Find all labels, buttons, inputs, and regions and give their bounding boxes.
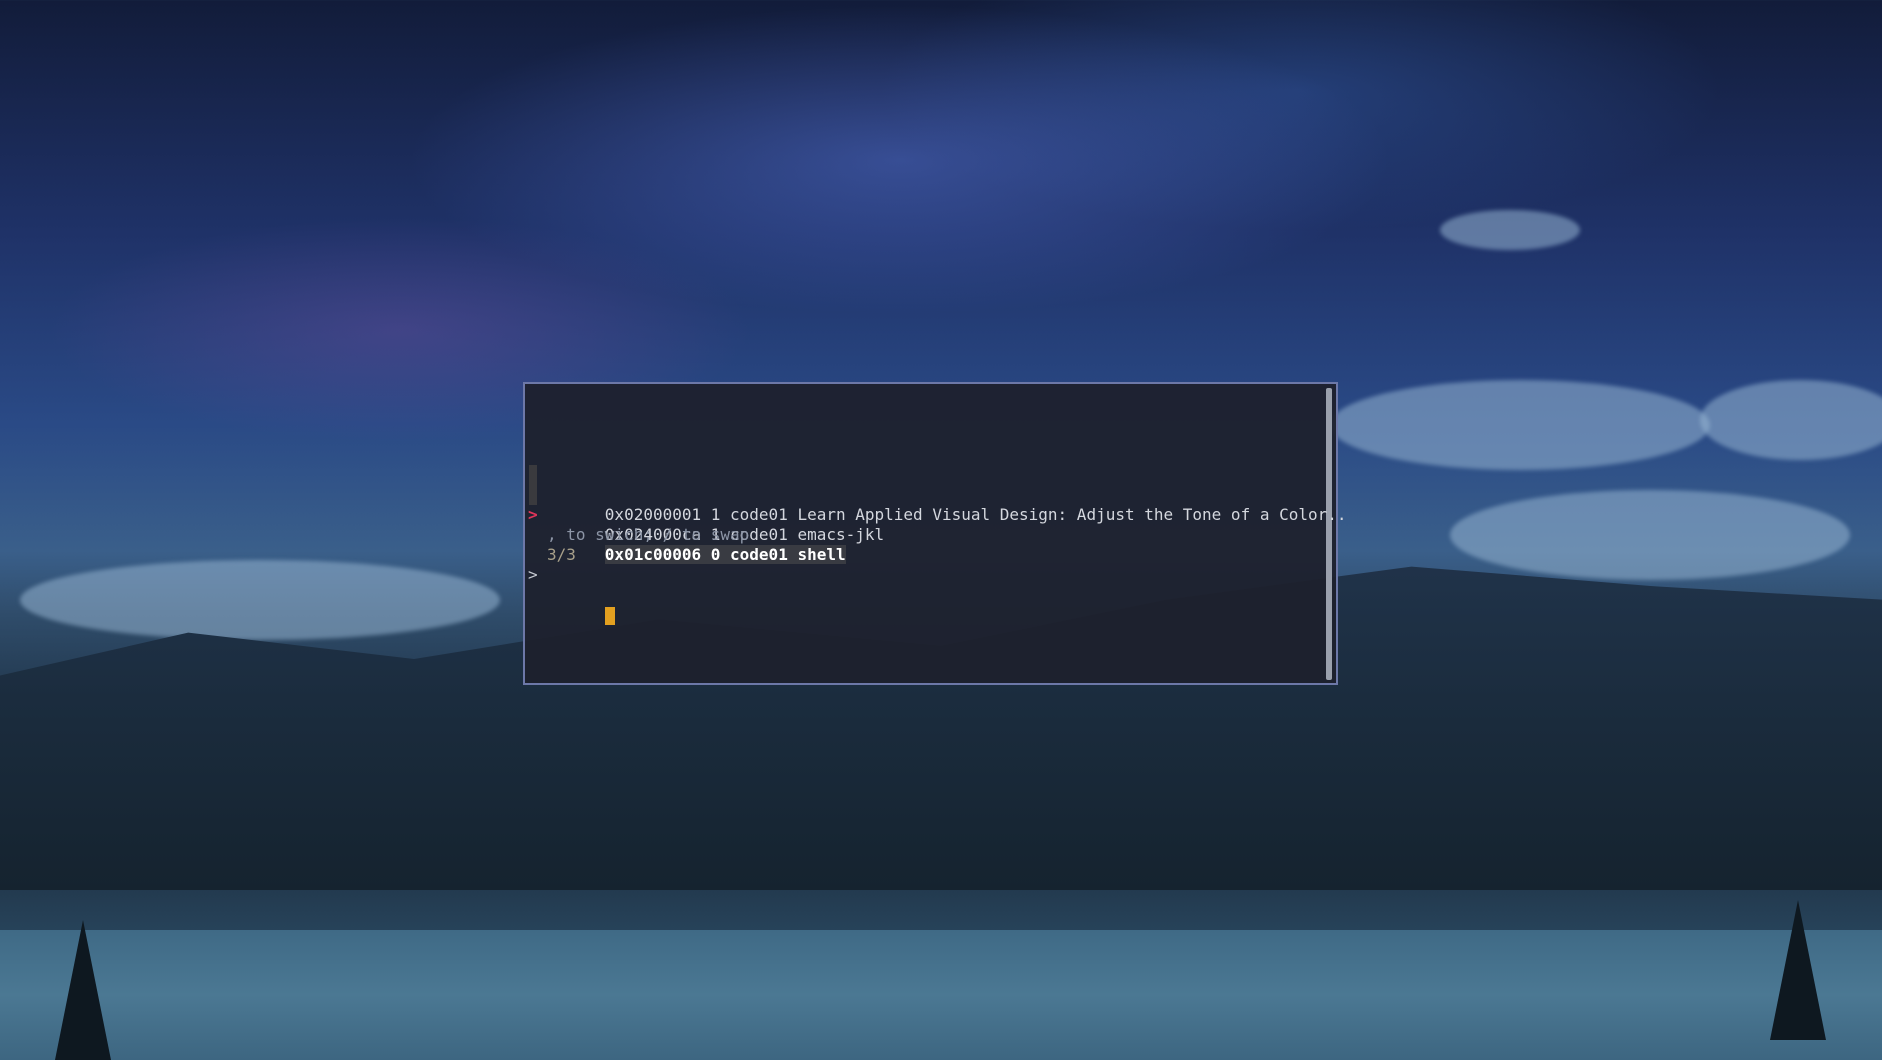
window-switcher-terminal[interactable]: 0x02000001 1 code01 Learn Applied Visual… bbox=[523, 382, 1347, 685]
cloud bbox=[20, 560, 500, 640]
gutter-marker bbox=[529, 485, 537, 505]
cloud bbox=[1440, 210, 1580, 250]
gutter-marker bbox=[529, 465, 537, 485]
keybinding-hint: , to swich; / to swap bbox=[547, 525, 750, 544]
window-list-item[interactable]: 0x02000001 1 code01 Learn Applied Visual… bbox=[525, 465, 1347, 524]
text-cursor bbox=[604, 606, 615, 625]
selection-marker: > bbox=[528, 505, 538, 524]
prompt-line[interactable]: > bbox=[525, 565, 1325, 625]
window-list-item-selected[interactable]: > 0x01c00006 0 code01 shell bbox=[525, 505, 1325, 564]
pine-tree bbox=[1770, 900, 1826, 1040]
lake bbox=[0, 930, 1882, 1060]
scrollbar[interactable] bbox=[1326, 388, 1332, 680]
match-count: 3/3 bbox=[547, 545, 576, 564]
pine-tree bbox=[55, 920, 111, 1060]
prompt-symbol: > bbox=[528, 565, 538, 584]
window-list: 0x02000001 1 code01 Learn Applied Visual… bbox=[525, 465, 1347, 625]
cloud bbox=[1450, 490, 1850, 580]
window-list-item[interactable]: 0x024000ca 1 code01 emacs-jkl bbox=[525, 485, 1325, 544]
cloud bbox=[1330, 380, 1710, 470]
